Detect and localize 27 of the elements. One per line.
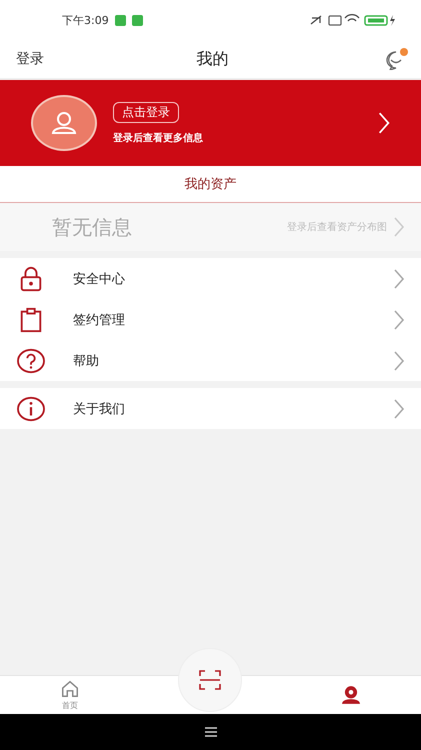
app-notification-icon (114, 14, 126, 26)
login-button[interactable]: 点击登录 (113, 102, 179, 122)
chevron-icon (393, 308, 405, 330)
login-banner[interactable]: 点击登录 登录后查看更多信息 (0, 80, 421, 166)
menu-item[interactable]: 安全中心 (0, 258, 421, 299)
app-notification-icon (132, 14, 143, 26)
chevron-icon (393, 216, 405, 238)
status-time: 下午3:09 (62, 12, 109, 28)
info-icon (16, 396, 46, 422)
login-hint: 登录后查看更多信息 (113, 132, 203, 144)
message-icon[interactable] (385, 48, 409, 70)
scan-icon (199, 670, 221, 690)
chevron-icon (377, 111, 391, 135)
login-link[interactable]: 登录 (16, 50, 76, 68)
empty-message: 暂无信息 (52, 214, 133, 240)
chevron-icon (393, 350, 405, 372)
menu-item[interactable]: 帮助 (0, 340, 421, 381)
menu-item[interactable]: 关于我们 (0, 388, 421, 429)
section-title: 我的资产 (0, 166, 421, 203)
menu-item[interactable]: 签约管理 (0, 299, 421, 340)
page-title: 我的 (196, 48, 230, 70)
menu-icon[interactable] (204, 727, 216, 737)
home-icon (60, 679, 80, 699)
chevron-icon (393, 398, 405, 420)
user-icon (340, 685, 361, 705)
chevron-icon (393, 268, 405, 290)
help-icon (16, 348, 46, 374)
